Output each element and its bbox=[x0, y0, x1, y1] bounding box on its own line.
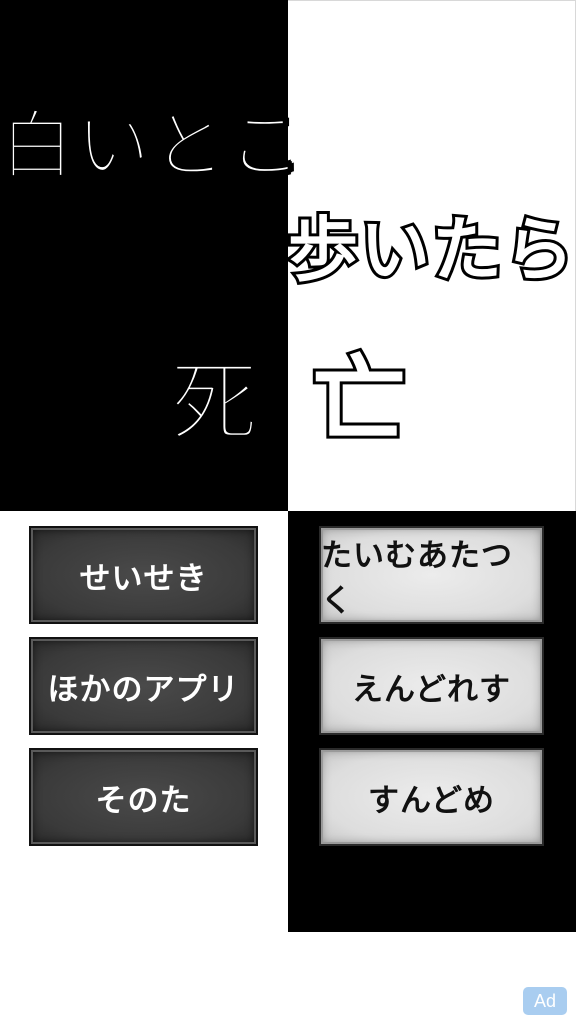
game-screen: 白いとこ 歩いたら 死 亡 せいせき ほかのアプリ そのた たいむあたつく えん… bbox=[0, 0, 576, 1024]
title-line-3-left: 死 bbox=[169, 350, 261, 455]
other-apps-button[interactable]: ほかのアプリ bbox=[29, 637, 258, 735]
title-line-2: 歩いたら bbox=[285, 206, 576, 294]
records-button[interactable]: せいせき bbox=[29, 526, 258, 624]
ad-badge[interactable]: Ad bbox=[523, 987, 567, 1015]
menu-left-panel: せいせき ほかのアプリ そのた bbox=[0, 511, 288, 931]
title-line-1: 白いとこ bbox=[0, 102, 304, 190]
misc-button[interactable]: そのた bbox=[29, 748, 258, 846]
time-attack-button[interactable]: たいむあたつく bbox=[319, 526, 544, 624]
title-banner: 白いとこ 歩いたら 死 亡 bbox=[0, 0, 576, 511]
sundome-button[interactable]: すんどめ bbox=[319, 748, 544, 846]
menu-right-panel: たいむあたつく えんどれす すんどめ bbox=[288, 511, 576, 932]
endless-button[interactable]: えんどれす bbox=[319, 637, 544, 735]
title-line-3-right: 亡 bbox=[309, 343, 409, 458]
